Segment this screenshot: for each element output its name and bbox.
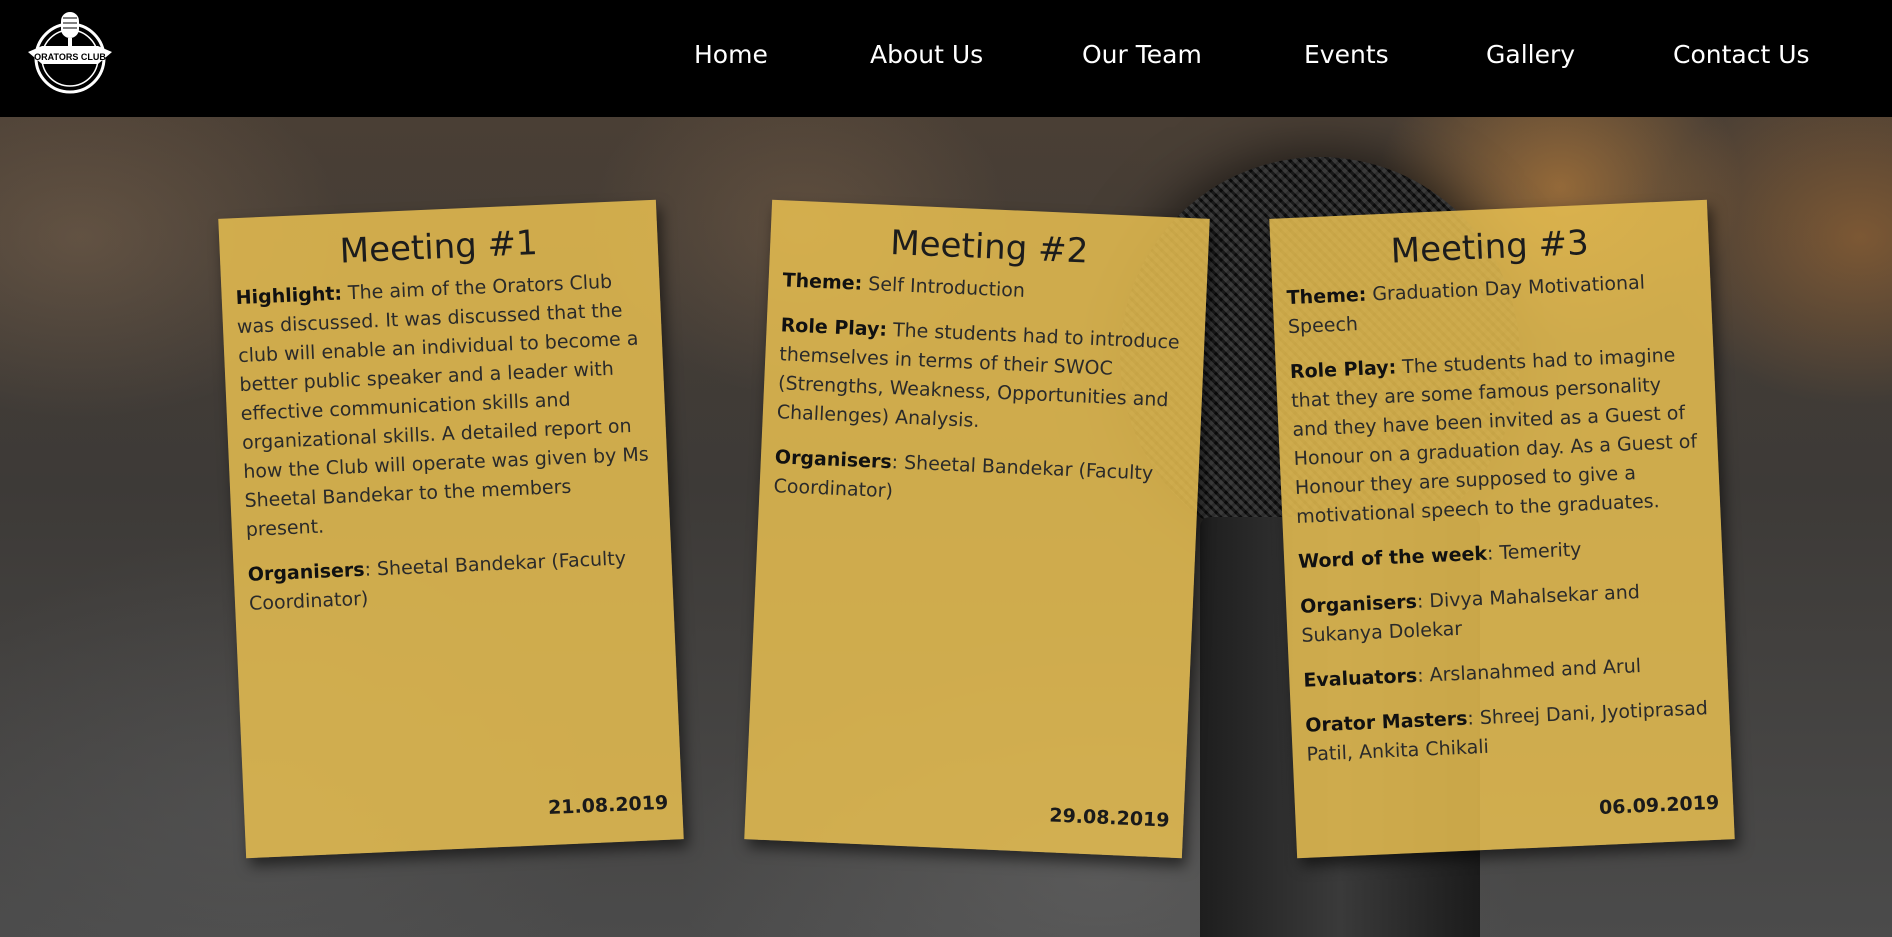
meeting-date: 29.08.2019: [1048, 804, 1170, 832]
highlight-label: Highlight:: [235, 282, 343, 310]
navbar: ORATORS CLUB Home About Us Our Team Even…: [0, 0, 1892, 117]
nav-contact-us[interactable]: Contact Us: [1673, 40, 1810, 69]
masters-label: Orator Masters: [1304, 707, 1468, 737]
meeting-highlight: Highlight: The aim of the Orators Club w…: [235, 266, 656, 545]
meeting-card-3: Meeting #3 Theme: Graduation Day Motivat…: [1269, 199, 1735, 859]
meeting-organisers: Organisers: Sheetal Bandekar (Faculty Co…: [247, 543, 659, 619]
organisers-label: Organisers: [774, 446, 893, 474]
roleplay-label: Role Play:: [1289, 356, 1397, 384]
nav-our-team[interactable]: Our Team: [1082, 40, 1202, 69]
meeting-date: 21.08.2019: [547, 791, 669, 820]
nav-menu: Home About Us Our Team Events Gallery Co…: [0, 0, 1892, 117]
meeting-organisers: Organisers: Divya Mahalsekar and Sukanya…: [1300, 575, 1712, 651]
word-text: : Temerity: [1486, 538, 1582, 565]
nav-about-us[interactable]: About Us: [870, 40, 983, 69]
nav-events[interactable]: Events: [1304, 40, 1389, 69]
theme-label: Theme:: [1286, 283, 1367, 310]
meeting-title: Meeting #3: [1389, 222, 1590, 272]
nav-gallery[interactable]: Gallery: [1486, 40, 1575, 69]
roleplay-label: Role Play:: [780, 314, 888, 341]
meeting-card-2: Meeting #2 Theme: Self Introduction Role…: [744, 199, 1210, 859]
meeting-theme: Theme: Graduation Day Motivational Speec…: [1286, 266, 1698, 342]
meeting-card-1: Meeting #1 Highlight: The aim of the Ora…: [218, 199, 684, 859]
meeting-roleplay: Role Play: The students had to introduce…: [776, 311, 1191, 445]
meeting-organisers: Organisers: Sheetal Bandekar (Faculty Co…: [773, 443, 1185, 519]
meeting-title: Meeting #2: [889, 222, 1090, 272]
meeting-roleplay: Role Play: The students had to imagine t…: [1289, 340, 1706, 532]
highlight-text: The aim of the Orators Club was discusse…: [236, 270, 650, 541]
meeting-date: 06.09.2019: [1598, 791, 1720, 820]
organisers-label: Organisers: [1299, 590, 1418, 618]
theme-label: Theme:: [782, 269, 863, 295]
meeting-title: Meeting #1: [338, 222, 539, 272]
meeting-evaluators: Evaluators: Arslanahmed and Arul: [1303, 649, 1714, 696]
theme-text: Self Introduction: [861, 272, 1026, 302]
nav-home[interactable]: Home: [694, 40, 768, 69]
evaluators-text: : Arslanahmed and Arul: [1416, 655, 1642, 687]
evaluators-label: Evaluators: [1302, 664, 1418, 692]
organisers-label: Organisers: [247, 558, 366, 586]
meeting-orator-masters: Orator Masters: Shreej Dani, Jyotiprasad…: [1305, 694, 1717, 770]
meeting-word-of-week: Word of the week: Temerity: [1298, 530, 1709, 577]
word-label: Word of the week: [1297, 542, 1488, 573]
